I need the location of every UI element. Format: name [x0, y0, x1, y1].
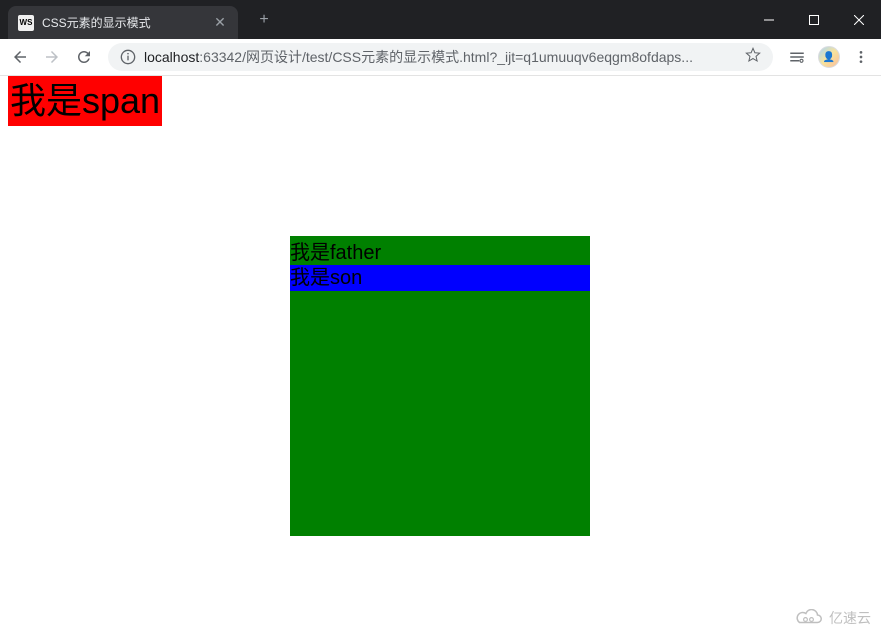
minimize-icon [764, 15, 774, 25]
info-icon [120, 49, 136, 65]
reader-icon [788, 48, 806, 66]
site-info-button[interactable] [120, 49, 136, 65]
reload-button[interactable] [70, 43, 98, 71]
menu-button[interactable] [847, 43, 875, 71]
close-icon [854, 15, 864, 25]
menu-dots-icon [853, 49, 869, 65]
profile-button[interactable]: 👤 [815, 43, 843, 71]
watermark-text: 亿速云 [829, 608, 871, 628]
cloud-icon [795, 609, 825, 627]
reader-button[interactable] [783, 43, 811, 71]
url-path: :63342/网页设计/test/CSS元素的显示模式.html?_ijt=q1… [199, 49, 693, 65]
new-tab-button[interactable]: + [250, 6, 278, 34]
father-text: 我是father [290, 242, 381, 264]
maximize-icon [809, 15, 819, 25]
son-text: 我是son [290, 267, 362, 289]
page-content: 我是span 我是father 我是son 亿速云 [8, 76, 879, 634]
span-element: 我是span [8, 76, 162, 126]
back-button[interactable] [6, 43, 34, 71]
browser-tab[interactable]: WS CSS元素的显示模式 ✕ [8, 6, 238, 39]
arrow-right-icon [43, 48, 61, 66]
forward-button[interactable] [38, 43, 66, 71]
window-close-button[interactable] [836, 5, 881, 35]
arrow-left-icon [11, 48, 29, 66]
star-icon [745, 47, 761, 63]
url-text: localhost:63342/网页设计/test/CSS元素的显示模式.htm… [144, 47, 737, 67]
titlebar: WS CSS元素的显示模式 ✕ + [0, 0, 881, 39]
father-box: 我是father 我是son [290, 236, 590, 536]
browser-toolbar: localhost:63342/网页设计/test/CSS元素的显示模式.htm… [0, 39, 881, 76]
watermark: 亿速云 [795, 608, 871, 628]
tab-title: CSS元素的显示模式 [42, 14, 212, 31]
url-host: localhost [144, 49, 199, 65]
avatar-icon: 👤 [818, 46, 840, 68]
window-minimize-button[interactable] [746, 5, 791, 35]
address-bar[interactable]: localhost:63342/网页设计/test/CSS元素的显示模式.htm… [108, 43, 773, 71]
reload-icon [75, 48, 93, 66]
tab-close-button[interactable]: ✕ [212, 14, 228, 31]
window-maximize-button[interactable] [791, 5, 836, 35]
window-controls [746, 5, 881, 35]
bookmark-button[interactable] [745, 47, 761, 68]
favicon-icon: WS [18, 15, 34, 31]
son-box: 我是son [290, 265, 590, 291]
